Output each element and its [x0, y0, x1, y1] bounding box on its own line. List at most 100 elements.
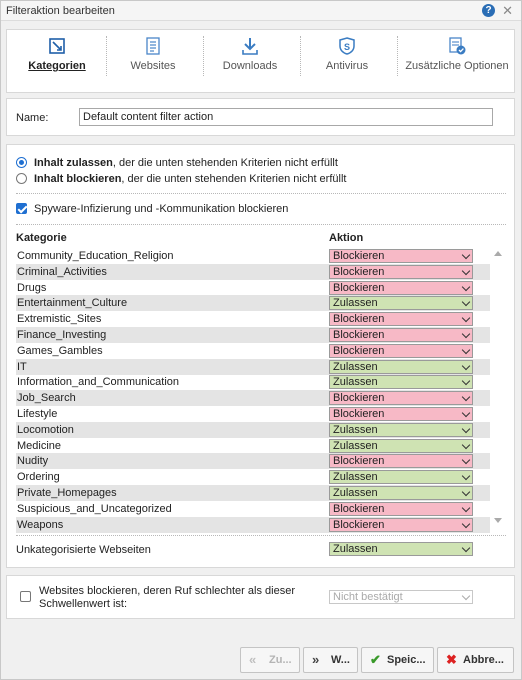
category-action-select[interactable]: Blockieren: [329, 407, 473, 421]
select-value: Blockieren: [333, 344, 385, 357]
tab-downloads[interactable]: Downloads: [204, 30, 296, 94]
category-action-select[interactable]: Zulassen: [329, 375, 473, 390]
uncategorized-label: Unkategorisierte Webseiten: [16, 544, 151, 556]
category-name: Private_Homepages: [17, 487, 117, 499]
chevron-down-icon: [461, 392, 471, 402]
save-button[interactable]: ✔ Speic...: [361, 647, 434, 673]
radio-allow-label: Inhalt zulassen, der die unten stehenden…: [34, 157, 338, 169]
webpage-icon: [146, 37, 160, 55]
name-input[interactable]: [79, 108, 493, 126]
select-value: Zulassen: [333, 376, 378, 389]
category-action-select[interactable]: Zulassen: [329, 422, 473, 437]
radio-button[interactable]: [16, 157, 27, 168]
category-action-select[interactable]: Zulassen: [329, 438, 473, 453]
select-value: Blockieren: [333, 250, 385, 262]
chevron-down-icon: [461, 282, 471, 291]
category-name: Information_and_Communication: [17, 376, 180, 389]
category-name: Weapons: [17, 518, 64, 531]
category-action-select[interactable]: Blockieren: [329, 517, 473, 532]
category-row: Ordering Zulassen: [16, 469, 490, 485]
reputation-threshold-select[interactable]: Nicht bestätigt: [329, 590, 473, 604]
category-action-select[interactable]: Zulassen: [329, 486, 473, 500]
download-icon: [242, 38, 258, 55]
double-chevron-right-icon: »: [312, 652, 320, 667]
chevron-down-icon: [461, 345, 471, 355]
category-row: Lifestyle Blockieren: [16, 406, 490, 422]
category-action-select[interactable]: Blockieren: [329, 280, 473, 295]
uncategorized-action-select[interactable]: Zulassen: [329, 542, 473, 556]
category-row: Extremistic_Sites Blockieren: [16, 311, 490, 327]
back-button[interactable]: « Zu...: [240, 647, 300, 673]
cancel-button[interactable]: ✖ Abbre...: [437, 647, 514, 673]
category-action-select[interactable]: Zulassen: [329, 296, 473, 311]
spyware-checkbox[interactable]: [16, 203, 27, 214]
cancel-button-label: Abbre...: [463, 654, 504, 666]
tab-antivirus[interactable]: S Antivirus: [301, 30, 393, 94]
options-check-icon: [449, 37, 466, 55]
select-placeholder: Nicht bestätigt: [333, 591, 403, 603]
category-name: Entertainment_Culture: [17, 297, 128, 310]
category-action-select[interactable]: Zulassen: [329, 359, 473, 374]
category-action-select[interactable]: Blockieren: [329, 343, 473, 358]
scroll-up-arrow-icon[interactable]: [494, 251, 502, 256]
category-row: IT Zulassen: [16, 358, 490, 375]
chevron-down-icon: [461, 250, 471, 260]
divider: [16, 193, 506, 194]
category-name: Extremistic_Sites: [17, 313, 102, 326]
reputation-section: Websites blockieren, deren Ruf schlechte…: [6, 575, 515, 619]
chevron-down-icon: [461, 456, 471, 465]
category-action-select[interactable]: Blockieren: [329, 328, 473, 342]
close-icon[interactable]: ✕: [502, 3, 513, 18]
chevron-down-icon: [461, 329, 471, 339]
category-row: Private_Homepages Zulassen: [16, 485, 490, 501]
tab-zusaetzliche-optionen[interactable]: Zusätzliche Optionen: [402, 30, 512, 94]
category-action-select[interactable]: Blockieren: [329, 501, 473, 516]
tab-websites[interactable]: Websites: [107, 30, 199, 94]
name-label: Name:: [16, 112, 49, 124]
column-header-action: Aktion: [329, 232, 364, 244]
category-row: Job_Search Blockieren: [16, 390, 490, 407]
category-row: Drugs Blockieren: [16, 280, 490, 296]
next-button-label: W...: [331, 654, 350, 666]
category-row: Community_Education_Religion Blockieren: [16, 248, 490, 264]
category-name: Medicine: [17, 439, 62, 452]
help-icon[interactable]: ?: [482, 4, 495, 17]
category-action-select[interactable]: Blockieren: [329, 454, 473, 469]
tab-label: Zusätzliche Optionen: [405, 60, 509, 72]
category-action-select[interactable]: Blockieren: [329, 264, 473, 279]
select-value: Zulassen: [333, 543, 378, 555]
category-row: Finance_Investing Blockieren: [16, 327, 490, 343]
category-action-select[interactable]: Blockieren: [329, 391, 473, 406]
tab-kategorien[interactable]: Kategorien: [11, 30, 103, 94]
select-value: Zulassen: [333, 423, 378, 436]
select-value: Blockieren: [333, 392, 385, 405]
chevron-down-icon: [461, 543, 471, 553]
chevron-down-icon: [461, 313, 471, 323]
radio-block-label: Inhalt blockieren, der die unten stehend…: [34, 173, 347, 185]
scrollbar[interactable]: [491, 248, 505, 528]
category-action-select[interactable]: Zulassen: [329, 470, 473, 485]
checkmark-icon: ✔: [370, 652, 381, 667]
category-name: Lifestyle: [17, 408, 58, 420]
select-value: Blockieren: [333, 455, 385, 468]
tab-divider: [397, 36, 398, 76]
back-button-label: Zu...: [269, 654, 292, 666]
category-name: Ordering: [17, 471, 60, 484]
next-button[interactable]: » W...: [303, 647, 358, 673]
category-name: IT: [17, 360, 27, 373]
category-name: Drugs: [17, 281, 47, 294]
chevron-down-icon: [461, 519, 471, 528]
radio-button[interactable]: [16, 173, 27, 184]
scroll-down-arrow-icon[interactable]: [494, 518, 502, 523]
svg-text:S: S: [344, 42, 350, 52]
tab-label: Kategorien: [28, 60, 86, 72]
chevron-down-icon: [461, 408, 471, 418]
crop-edit-icon: [49, 38, 65, 54]
category-action-select[interactable]: Blockieren: [329, 312, 473, 327]
chevron-down-icon: [461, 266, 471, 276]
spyware-label: Spyware-Infizierung und -Kommunikation b…: [34, 203, 289, 215]
category-row: Medicine Zulassen: [16, 438, 490, 454]
category-action-select[interactable]: Blockieren: [329, 249, 473, 263]
reputation-checkbox[interactable]: [20, 591, 31, 602]
chevron-down-icon: [461, 503, 471, 513]
